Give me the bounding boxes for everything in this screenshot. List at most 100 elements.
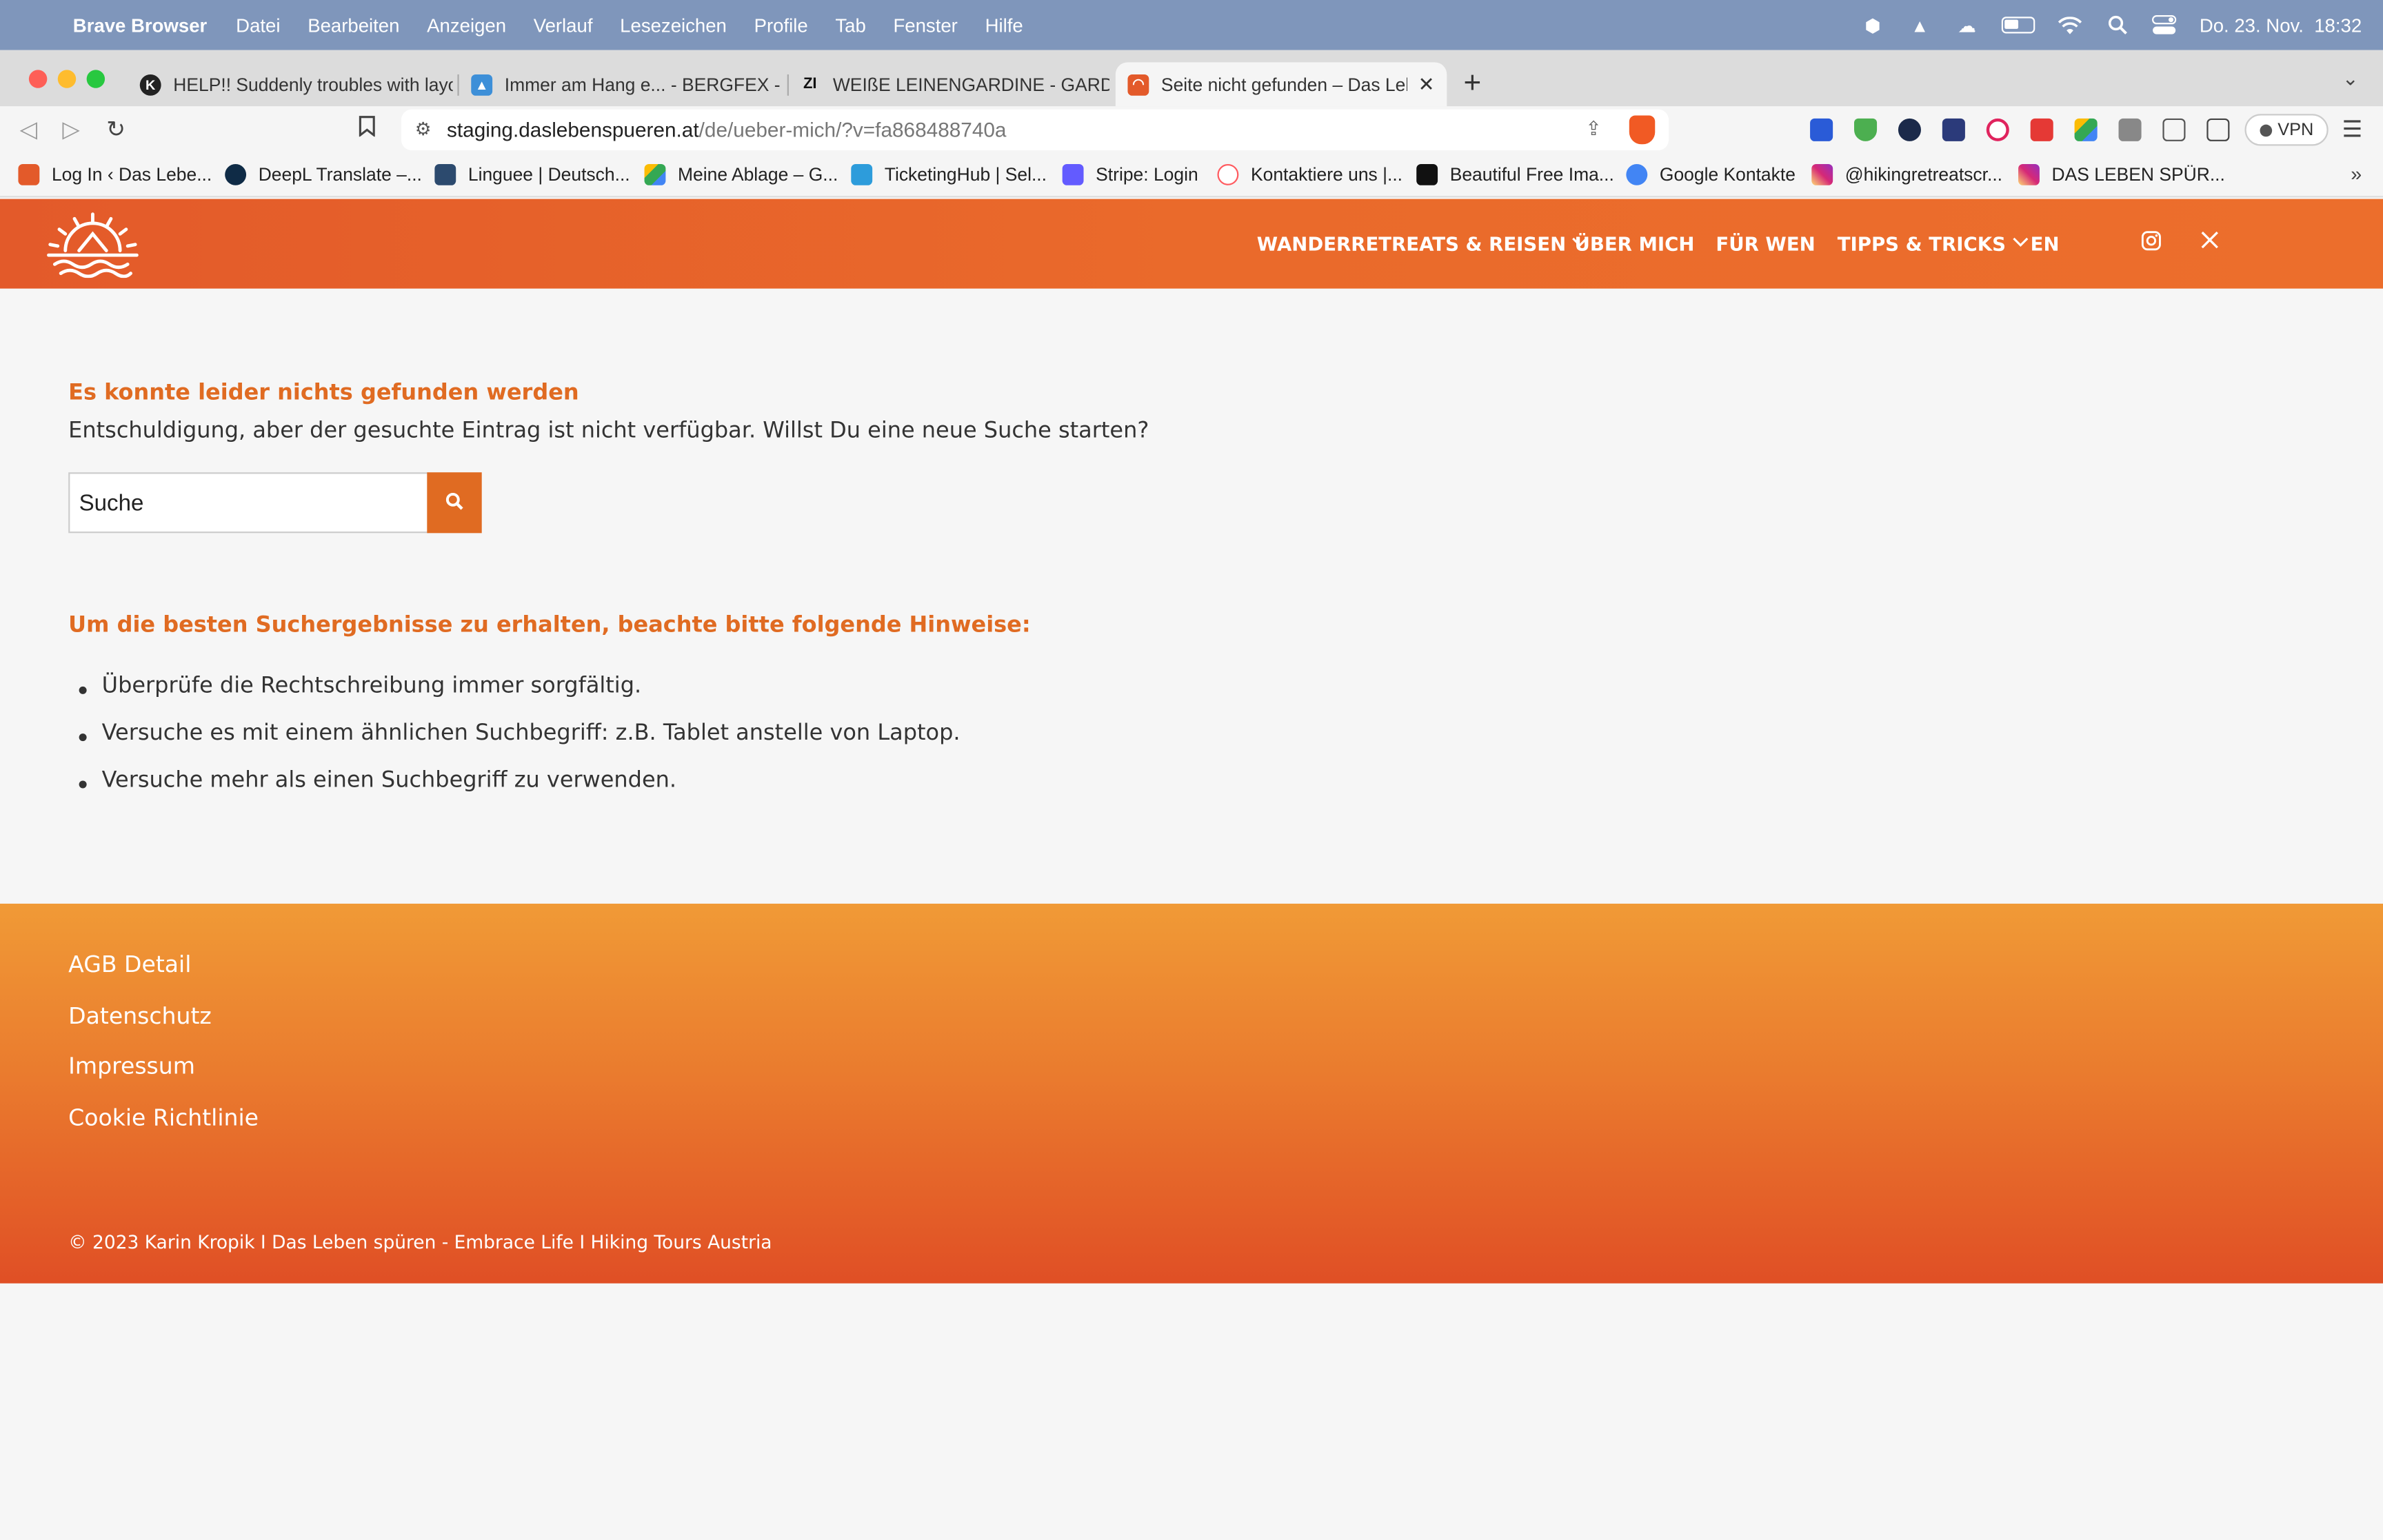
tab-active-not-found[interactable]: ◠ Seite nicht gefunden – Das Leb ✕ — [1115, 62, 1447, 107]
tab-help-thread[interactable]: K HELP!! Suddenly troubles with layo — [128, 62, 453, 106]
bookmark-label: Log In ‹ Das Lebe... — [51, 163, 212, 185]
search-input[interactable] — [68, 472, 429, 534]
drive-icon[interactable]: ▲ — [1908, 13, 1932, 37]
bookmark-icon[interactable] — [359, 115, 375, 143]
nav-ueber-mich[interactable]: ÜBER MICH — [1574, 199, 1694, 289]
tab-zara[interactable]: ZI WEIßE LEINENGARDINE - GARDINE — [787, 62, 1109, 106]
bookmark-label: @hikingretreatscr... — [1844, 163, 2003, 185]
tab-title: Immer am Hang e... - BERGFEX - W — [504, 73, 785, 95]
menu-bearbeiten[interactable]: Bearbeiten — [308, 14, 399, 36]
window-zoom-button[interactable] — [86, 70, 105, 88]
url-path: /de/ueber-mich/?v=fa868488740a — [698, 118, 1007, 141]
forward-icon[interactable]: ▷ — [62, 115, 79, 143]
bookmark-item[interactable]: Meine Ablage – G... — [644, 163, 838, 185]
menu-hilfe[interactable]: Hilfe — [985, 14, 1023, 36]
wifi-icon[interactable] — [2058, 13, 2082, 37]
menu-verlauf[interactable]: Verlauf — [534, 14, 593, 36]
menu-tab[interactable]: Tab — [835, 14, 865, 36]
extension-shield-icon[interactable] — [2030, 118, 2053, 141]
vpn-button[interactable]: VPN — [2244, 114, 2329, 146]
site-logo-icon[interactable] — [46, 211, 140, 284]
instagram-icon — [2018, 163, 2040, 185]
bookmark-item[interactable]: Kontaktiere uns |... — [1217, 163, 1402, 185]
address-bar[interactable]: ⚙ staging.daslebenspueren.at/de/ueber-mi… — [401, 109, 1669, 151]
footer-link-impressum[interactable]: Impressum — [68, 1053, 259, 1104]
back-icon[interactable]: ◁ — [20, 115, 37, 143]
bookmark-item[interactable]: Log In ‹ Das Lebe... — [18, 163, 212, 185]
window-close-button[interactable] — [28, 70, 48, 88]
clock[interactable]: Do. 23. Nov. 18:32 — [2200, 14, 2362, 36]
das-leben-spueren-icon — [18, 163, 40, 185]
extension-video-icon[interactable] — [1986, 118, 2009, 141]
site-settings-icon[interactable]: ⚙ — [415, 119, 432, 140]
menu-fenster[interactable]: Fenster — [893, 14, 957, 36]
tab-bergfex[interactable]: ▲ Immer am Hang e... - BERGFEX - W — [459, 62, 785, 106]
vpn-status-icon — [2259, 123, 2272, 136]
extensions-puzzle-icon[interactable] — [2162, 118, 2186, 141]
tab-close-icon[interactable]: ✕ — [1418, 72, 1435, 97]
tab-title: HELP!! Suddenly troubles with layo — [173, 73, 453, 95]
macos-menubar: Brave Browser Datei Bearbeiten Anzeigen … — [0, 0, 2383, 50]
spotlight-search-icon[interactable] — [2105, 13, 2129, 37]
control-center-icon[interactable] — [2152, 13, 2177, 37]
bookmark-item[interactable]: DeepL Translate –... — [225, 163, 422, 185]
tab-title: Seite nicht gefunden – Das Leb — [1160, 73, 1407, 95]
airbnb-icon — [1217, 163, 1239, 185]
battery-icon[interactable] — [2002, 17, 2035, 34]
menu-profile[interactable]: Profile — [754, 14, 808, 36]
menu-datei[interactable]: Datei — [236, 14, 280, 36]
onedrive-icon[interactable]: ☁ — [1955, 13, 1979, 37]
main-menu-icon[interactable]: ☰ — [2342, 115, 2363, 143]
bookmark-label: Beautiful Free Ima... — [1449, 163, 1614, 185]
bookmarks-bar: Log In ‹ Das Lebe... DeepL Translate –..… — [0, 153, 2383, 198]
extension-colorpick-icon[interactable] — [1942, 118, 1965, 141]
x-twitter-icon[interactable] — [2201, 231, 2219, 255]
bookmark-item[interactable]: TicketingHub | Sel... — [851, 163, 1047, 185]
tab-strip: K HELP!! Suddenly troubles with layo ▲ I… — [0, 50, 2383, 107]
url-host: staging.daslebenspueren.at — [447, 118, 699, 141]
bookmark-item[interactable]: Linguee | Deutsch... — [434, 163, 630, 185]
instagram-icon[interactable] — [2141, 231, 2162, 256]
unsplash-icon — [1416, 163, 1438, 185]
menu-lesezeichen[interactable]: Lesezeichen — [620, 14, 727, 36]
bookmark-label: DAS LEBEN SPÜR... — [2051, 163, 2225, 185]
bookmark-label: Meine Ablage – G... — [678, 163, 838, 185]
bookmark-item[interactable]: @hikingretreatscr... — [1811, 163, 2003, 185]
footer-link-agb[interactable]: AGB Detail — [68, 951, 259, 1002]
brave-vpn-icon[interactable]: ⬢ — [1860, 13, 1884, 37]
extension-deepl-icon[interactable] — [1898, 118, 1921, 141]
bookmark-label: Stripe: Login — [1096, 163, 1198, 185]
bookmark-item[interactable]: Beautiful Free Ima... — [1416, 163, 1614, 185]
bookmark-item[interactable]: DAS LEBEN SPÜR... — [2018, 163, 2225, 185]
footer-link-datenschutz[interactable]: Datenschutz — [68, 1002, 259, 1053]
bookmark-item[interactable]: Stripe: Login — [1062, 163, 1198, 185]
nav-language-en[interactable]: EN — [2031, 199, 2060, 289]
bookmark-item[interactable]: Google Kontakte — [1626, 163, 1796, 185]
new-tab-button[interactable]: + — [1464, 67, 1482, 102]
google-contacts-icon — [1626, 163, 1648, 185]
search-hints-list: Überprüfe die Rechtschreibung immer sorg… — [79, 674, 961, 815]
menu-app-name[interactable]: Brave Browser — [73, 14, 208, 36]
nav-wanderretreats[interactable]: WANDERRETREATS & REISEN — [1257, 199, 1589, 289]
tab-search-chevron-icon[interactable]: ⌄ — [2342, 68, 2359, 91]
search-button[interactable] — [427, 472, 482, 534]
nav-tipps-tricks[interactable]: TIPPS & TRICKS — [1838, 199, 2029, 289]
nav-fuer-wen[interactable]: FÜR WEN — [1716, 199, 1815, 289]
footer-link-cookie[interactable]: Cookie Richtlinie — [68, 1104, 259, 1155]
sidebar-toggle-icon[interactable] — [2206, 118, 2230, 141]
brave-shields-icon[interactable] — [1629, 115, 1656, 145]
ticketinghub-icon — [851, 163, 873, 185]
vpn-label: VPN — [2278, 121, 2314, 139]
window-minimize-button[interactable] — [57, 70, 77, 88]
menu-anzeigen[interactable]: Anzeigen — [427, 14, 506, 36]
extension-bitwarden-icon[interactable] — [1810, 118, 1833, 141]
extension-adblock-icon[interactable] — [1854, 118, 1878, 141]
not-found-heading: Es konnte leider nichts gefunden werden — [68, 381, 579, 406]
bookmarks-overflow-icon[interactable]: » — [2351, 163, 2362, 185]
share-icon[interactable]: ⇪ — [1585, 117, 1602, 141]
extension-google-drive-icon[interactable] — [2074, 118, 2098, 141]
reload-icon[interactable]: ↻ — [106, 115, 125, 143]
extension-screenshot-icon[interactable] — [2118, 118, 2142, 141]
zara-icon: ZI — [803, 76, 817, 93]
nav-label: TIPPS & TRICKS — [1837, 232, 2006, 256]
